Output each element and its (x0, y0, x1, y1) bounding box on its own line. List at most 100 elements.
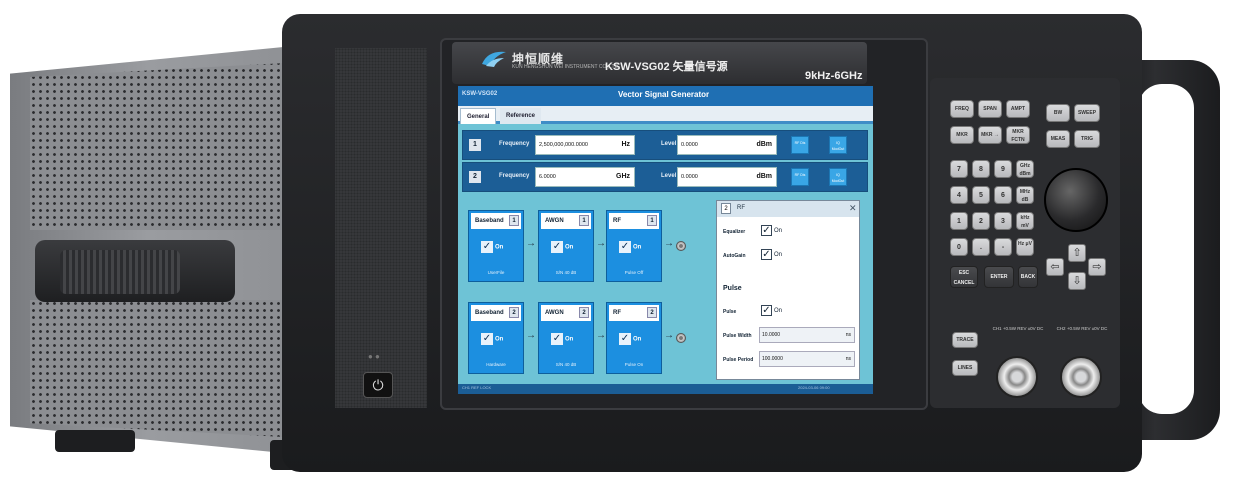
sweep-key[interactable]: SWEEP (1074, 104, 1100, 122)
arrow-right-icon[interactable]: ⇨ (1088, 258, 1106, 276)
baseband-block-1[interactable]: Baseband 1 ✓ On UserFile (468, 210, 524, 282)
mkr-key[interactable]: MKR (950, 126, 974, 144)
ampt-key[interactable]: AMPT (1006, 100, 1030, 118)
arrow-up-icon[interactable]: ⇧ (1068, 244, 1086, 262)
frequency-field[interactable]: 6.0000 GHz (535, 167, 635, 187)
ch1-rf-connector (996, 356, 1038, 398)
block-enable-checkbox[interactable]: ✓ On (619, 241, 649, 255)
mkr-arrow-key[interactable]: MKR → (978, 126, 1002, 144)
esc-cancel-key[interactable]: ESC CANCEL (950, 266, 978, 288)
digit-0-key[interactable]: 0 (950, 238, 968, 256)
frequency-value: 6.0000 (539, 174, 556, 180)
awgn-block-2[interactable]: AWGN 2 ✓ On S/N 40 dB (538, 302, 594, 374)
pulse-checkbox[interactable]: ✓ On (761, 305, 782, 316)
pulse-width-unit: ns (845, 332, 851, 338)
ch2-connector-label: CH2 +0.5W REV ±0V DC (1056, 326, 1108, 331)
trig-key[interactable]: TRIG (1074, 130, 1100, 148)
span-key[interactable]: SPAN (978, 100, 1002, 118)
back-key[interactable]: BACK (1018, 266, 1038, 288)
app-titlebar: KSW-VSG02 Vector Signal Generator (458, 86, 873, 106)
minus-key[interactable]: - (994, 238, 1012, 256)
digit-7-key[interactable]: 7 (950, 160, 968, 178)
meas-key[interactable]: MEAS (1046, 130, 1070, 148)
enter-key[interactable]: ENTER (984, 266, 1014, 288)
block-footer: S/N 40 dB (555, 270, 577, 275)
arrow-down-icon[interactable]: ⇩ (1068, 272, 1086, 290)
awgn-block-1[interactable]: AWGN 1 ✓ On S/N 40 dB (538, 210, 594, 282)
trace-key[interactable]: TRACE (952, 332, 978, 348)
handle-opening (1138, 84, 1194, 414)
arrow-right-icon: → (596, 330, 606, 341)
arrow-right-icon: → (664, 330, 674, 341)
block-footer: S/N 40 dB (555, 362, 577, 367)
channel-number: 1 (469, 139, 481, 151)
digit-3-key[interactable]: 3 (994, 212, 1012, 230)
rf-settings-panel: 2 RF ✕ Equalizer ✓ On AutoGain ✓ On Pulse … (716, 200, 860, 380)
pulse-width-field[interactable]: 10.0000 ns (759, 327, 855, 343)
brand-subtitle: KUN HENGSHUN WEI INSTRUMENT CO.,LTD (512, 64, 619, 70)
hz-key[interactable]: Hz μV (1016, 238, 1034, 256)
digit-5-key[interactable]: 5 (972, 186, 990, 204)
tab-reference[interactable]: Reference (500, 108, 542, 124)
decimal-key[interactable]: . (972, 238, 990, 256)
pulse-period-unit: ns (845, 356, 851, 362)
digit-2-key[interactable]: 2 (972, 212, 990, 230)
freq-key[interactable]: FREQ (950, 100, 974, 118)
check-icon: ✓ (551, 241, 563, 253)
equalizer-checkbox[interactable]: ✓ On (761, 225, 782, 236)
block-title: AWGN 2 (541, 305, 591, 321)
autogain-label: AutoGain (723, 253, 746, 259)
check-icon: ✓ (619, 241, 631, 253)
block-enable-checkbox[interactable]: ✓ On (551, 333, 581, 347)
lines-key[interactable]: LINES (952, 360, 978, 376)
mhz-key[interactable]: MHz dB (1016, 186, 1034, 204)
rotary-knob[interactable] (1044, 168, 1108, 232)
arrow-right-icon: → (526, 238, 536, 249)
autogain-checkbox[interactable]: ✓ On (761, 249, 782, 260)
channel-row-2: 2 Frequency 6.0000 GHz Level 0.0000 dBm … (462, 162, 868, 192)
app-tag: KSW-VSG02 (462, 91, 498, 97)
digit-4-key[interactable]: 4 (950, 186, 968, 204)
block-enable-checkbox[interactable]: ✓ On (619, 333, 649, 347)
iq-mod-button[interactable]: IQ ModOut (829, 136, 847, 154)
digit-1-key[interactable]: 1 (950, 212, 968, 230)
block-enable-checkbox[interactable]: ✓ On (551, 241, 581, 255)
arrow-left-icon[interactable]: ⇦ (1046, 258, 1064, 276)
level-value: 0.0000 (681, 142, 698, 148)
frequency-field[interactable]: 2,500,000,000.0000 Hz (535, 135, 635, 155)
power-button[interactable]: ⏻ (363, 372, 393, 398)
rf-block-1[interactable]: RF 1 ✓ On Pulse Off (606, 210, 662, 282)
model-name: KSW-VSG02 矢量信号源 (605, 61, 728, 73)
block-title: RF 2 (609, 305, 659, 321)
level-field[interactable]: 0.0000 dBm (677, 135, 777, 155)
block-enable-checkbox[interactable]: ✓ On (481, 333, 511, 347)
rf-toggle-button[interactable]: RF Dis (791, 136, 809, 154)
close-icon[interactable]: ✕ (849, 203, 857, 214)
digit-6-key[interactable]: 6 (994, 186, 1012, 204)
khz-key[interactable]: kHz mV (1016, 212, 1034, 230)
level-unit: dBm (756, 141, 772, 148)
rf-panel-title: RF (737, 205, 745, 211)
baseband-block-2[interactable]: Baseband 2 ✓ On Hardware (468, 302, 524, 374)
block-index: 2 (579, 307, 589, 318)
check-icon: ✓ (551, 333, 563, 345)
pulse-period-field[interactable]: 100.0000 ns (759, 351, 855, 367)
iq-mod-button[interactable]: IQ ModOut (829, 168, 847, 186)
rf-toggle-button[interactable]: RF Dis (791, 168, 809, 186)
arrow-right-icon: → (664, 238, 674, 249)
ch2-rf-connector (1060, 356, 1102, 398)
ghz-key[interactable]: GHz dBm (1016, 160, 1034, 178)
frequency-unit: GHz (616, 173, 630, 180)
status-right: 2024-03-06 09:00 (798, 385, 830, 390)
tab-general[interactable]: General (460, 108, 497, 124)
mkr-fctn-key[interactable]: MKR FCTN (1006, 126, 1030, 144)
frequency-unit: Hz (621, 141, 630, 148)
digit-9-key[interactable]: 9 (994, 160, 1012, 178)
level-field[interactable]: 0.0000 dBm (677, 167, 777, 187)
pulse-width-label: Pulse Width (723, 333, 752, 339)
bw-key[interactable]: BW (1046, 104, 1070, 122)
rf-block-2[interactable]: RF 2 ✓ On Pulse On (606, 302, 662, 374)
digit-8-key[interactable]: 8 (972, 160, 990, 178)
block-title: Baseband 2 (471, 305, 521, 321)
block-enable-checkbox[interactable]: ✓ On (481, 241, 511, 255)
